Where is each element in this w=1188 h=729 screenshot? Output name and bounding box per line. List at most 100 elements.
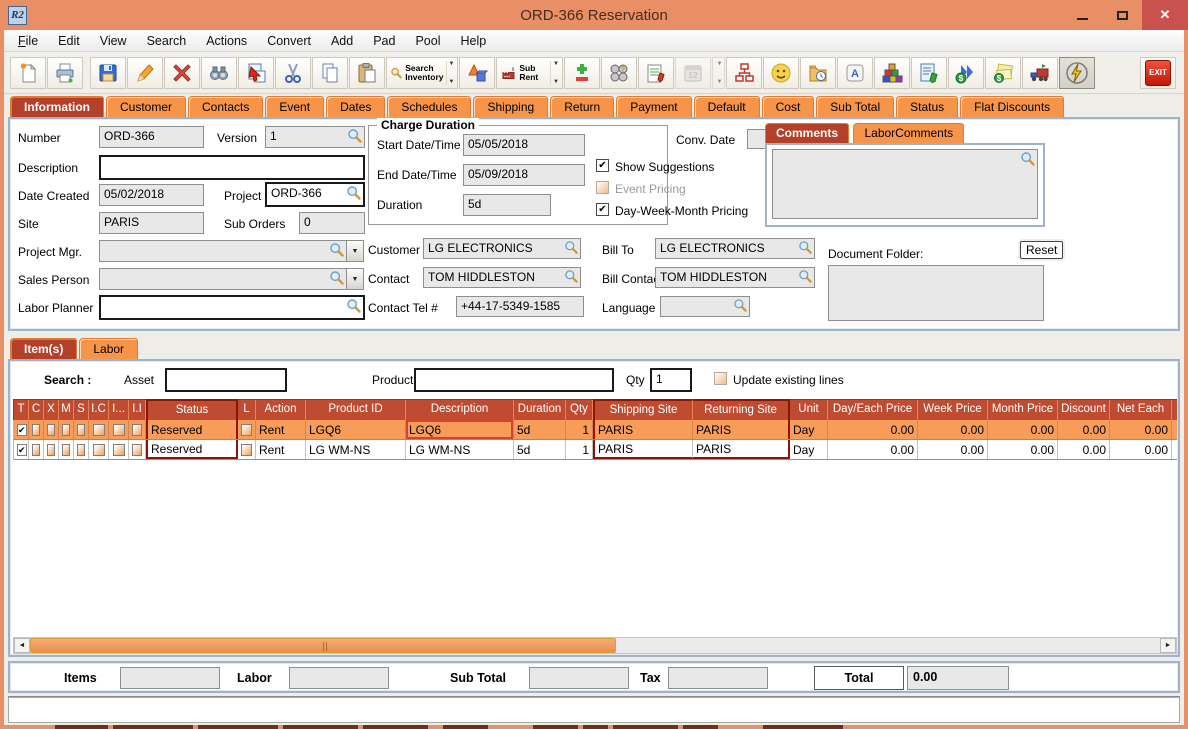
cell-unit[interactable]: Day	[790, 420, 828, 439]
scrollbar-thumb[interactable]	[30, 638, 616, 653]
customer-search-icon[interactable]	[564, 240, 579, 255]
tab-sub-total[interactable]: Sub Total	[816, 96, 895, 117]
menu-search[interactable]: Search	[147, 34, 187, 48]
version-field[interactable]: 1	[265, 126, 365, 148]
column-header-week-price[interactable]: Week Price	[918, 400, 988, 420]
row-checkbox-c[interactable]	[32, 423, 40, 436]
tab-return[interactable]: Return	[550, 96, 615, 117]
sub-rent-dropdown-icon[interactable]: ▼ ▼	[550, 60, 559, 85]
menu-edit[interactable]: Edit	[58, 34, 80, 48]
tab-shipping[interactable]: Shipping	[473, 96, 549, 117]
show-suggestions-checkbox[interactable]: ✔	[596, 159, 609, 172]
row-checkbox-i-[interactable]	[112, 423, 125, 436]
column-header-m[interactable]: M	[59, 400, 74, 420]
cell-action[interactable]: Rent	[256, 440, 306, 459]
cell-i-i[interactable]	[129, 440, 146, 459]
cell-qty[interactable]: 1	[566, 440, 593, 459]
notes-button[interactable]	[638, 56, 674, 89]
column-header-returning-site[interactable]: Returning Site	[693, 399, 790, 420]
menu-actions[interactable]: Actions	[206, 34, 247, 48]
invoice-button[interactable]: $	[985, 56, 1021, 89]
row-checkbox-m[interactable]	[62, 443, 70, 456]
project-mgr-dropdown-button[interactable]: ▼	[347, 240, 364, 262]
sales-person-field[interactable]	[99, 268, 347, 290]
print-button[interactable]	[47, 56, 83, 89]
row-checkbox-i-i[interactable]	[132, 443, 142, 456]
sales-person-search-icon[interactable]	[329, 270, 345, 286]
search-inventory-button[interactable]: Search Inventory ▼ ▼	[386, 56, 459, 89]
cell-c[interactable]	[29, 420, 44, 439]
row-checkbox-s[interactable]	[77, 443, 85, 456]
comments-textarea[interactable]	[772, 149, 1038, 219]
quick-flash-button[interactable]	[1059, 56, 1095, 89]
qty-input[interactable]: 1	[650, 368, 692, 392]
comments-search-icon[interactable]	[1020, 151, 1036, 167]
cell-qty[interactable]: 1	[566, 420, 593, 439]
search-inventory-dropdown-icon[interactable]: ▼ ▼	[445, 60, 454, 85]
cell-action[interactable]: Rent	[256, 420, 306, 439]
row-checkbox-l[interactable]	[241, 423, 252, 436]
end-date-field[interactable]: 05/09/2018	[463, 164, 585, 186]
scroll-right-button[interactable]: ►	[1160, 638, 1176, 653]
tab-contacts[interactable]: Contacts	[188, 96, 264, 117]
cell-net-each[interactable]: 0.00	[1110, 440, 1172, 459]
cell-returning-site[interactable]: PARIS	[693, 440, 790, 459]
column-header-t[interactable]: T	[14, 400, 29, 420]
asset-input[interactable]	[165, 368, 287, 392]
project-mgr-field[interactable]	[99, 240, 347, 262]
labor-planner-field[interactable]	[99, 295, 365, 320]
cell-t[interactable]: ✔	[14, 420, 29, 439]
column-header-shipping-site[interactable]: Shipping Site	[593, 399, 693, 420]
cell-duration[interactable]: 5d	[514, 420, 566, 439]
inventory-cubes-button[interactable]	[874, 56, 910, 89]
cell-product-id[interactable]: LGQ6	[306, 420, 406, 439]
row-checkbox-x[interactable]	[47, 443, 55, 456]
tab-dates[interactable]: Dates	[326, 96, 386, 117]
column-header-unit[interactable]: Unit	[790, 400, 828, 420]
column-header-month-price[interactable]: Month Price	[988, 400, 1058, 420]
tab-customer[interactable]: Customer	[106, 96, 187, 117]
start-date-field[interactable]: 05/05/2018	[463, 134, 585, 156]
version-search-icon[interactable]	[347, 128, 363, 144]
convert-quote-button[interactable]: $	[948, 56, 984, 89]
column-header-duration[interactable]: Duration	[514, 400, 566, 420]
column-header-c[interactable]: C	[29, 400, 44, 420]
cell-net-each[interactable]: 0.00	[1110, 420, 1172, 439]
sub-rent-button[interactable]: Sub Rent ▼ ▼	[496, 56, 563, 89]
column-header-status[interactable]: Status	[146, 399, 238, 420]
find-button[interactable]	[201, 56, 238, 89]
sub-orders-field[interactable]: 0	[299, 212, 365, 234]
tab-flat-discounts[interactable]: Flat Discounts	[960, 96, 1065, 117]
project-mgr-search-icon[interactable]	[329, 242, 345, 258]
minimize-button[interactable]	[1062, 0, 1102, 30]
bill-to-search-icon[interactable]	[798, 240, 813, 255]
cell-t[interactable]: ✔	[14, 440, 29, 459]
cell-i-[interactable]	[109, 420, 129, 439]
tab-items[interactable]: Item(s)	[10, 338, 78, 359]
duration-field[interactable]: 5d	[463, 194, 551, 216]
column-header-action[interactable]: Action	[256, 400, 306, 420]
copy-button[interactable]	[312, 56, 349, 89]
bill-to-field[interactable]: LG ELECTRONICS	[655, 238, 815, 259]
history-folder-button[interactable]	[800, 56, 836, 89]
cell-i-i[interactable]	[129, 420, 146, 439]
add-remove-lines-button[interactable]	[564, 56, 600, 89]
column-header-discount[interactable]: Discount	[1058, 400, 1110, 420]
tab-status[interactable]: Status	[896, 96, 959, 117]
bill-contact-field[interactable]: TOM HIDDLESTON	[655, 267, 815, 288]
cell-s[interactable]	[74, 420, 89, 439]
project-search-icon[interactable]	[346, 185, 362, 201]
contact-field[interactable]: TOM HIDDLESTON	[423, 267, 581, 288]
document-folder-field[interactable]	[828, 265, 1044, 321]
menu-help[interactable]: Help	[461, 34, 487, 48]
row-checkbox-i-[interactable]	[112, 443, 125, 456]
row-checkbox-s[interactable]	[77, 423, 85, 436]
column-header-i-[interactable]: I...	[109, 400, 129, 420]
cell-month-price[interactable]: 0.00	[988, 420, 1058, 439]
tab-cost[interactable]: Cost	[761, 96, 815, 117]
cell-status[interactable]: Reserved	[146, 420, 238, 439]
tab-payment[interactable]: Payment	[616, 96, 692, 117]
column-header-product-id[interactable]: Product ID	[306, 400, 406, 420]
tab-event[interactable]: Event	[265, 96, 325, 117]
delete-button[interactable]	[164, 56, 201, 89]
